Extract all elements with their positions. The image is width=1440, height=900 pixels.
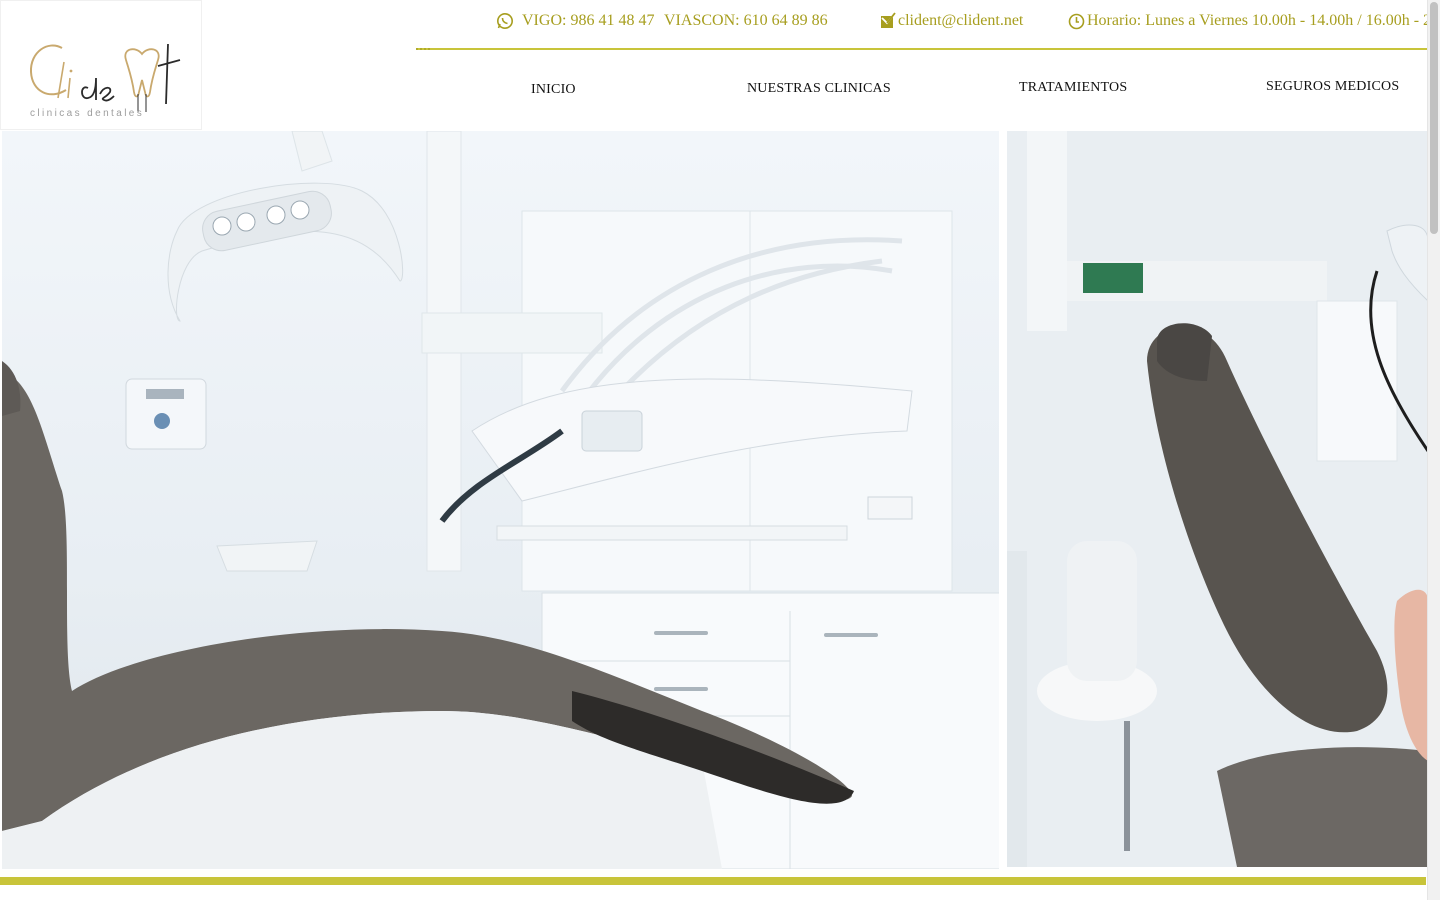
bar-dots: [416, 48, 430, 50]
contact-vigo[interactable]: VIGO: 986 41 48 47: [496, 12, 654, 30]
clident-logo: clinicas dentales: [29, 43, 181, 119]
dental-closeup-image: [1007, 131, 1428, 867]
logo-container[interactable]: clinicas dentales: [0, 0, 202, 130]
nav-inicio[interactable]: INICIO: [531, 82, 576, 98]
accent-divider: [0, 877, 1426, 885]
contact-hours: Horario: Lunes a Viernes 10.00h - 14.00h…: [1068, 12, 1440, 30]
hero-slide-dental-closeup[interactable]: [1007, 131, 1428, 867]
whatsapp-icon: [497, 13, 513, 29]
contact-vigo-text: VIGO: 986 41 48 47: [522, 12, 655, 29]
page-scrollbar[interactable]: [1427, 0, 1440, 900]
scrollbar-thumb[interactable]: [1430, 2, 1438, 234]
dental-room-image: [2, 131, 999, 869]
contact-viascon-text: VIASCON: 610 64 89 86: [664, 12, 828, 29]
nav-tratamientos[interactable]: TRATAMIENTOS: [1019, 80, 1127, 96]
contact-viascon[interactable]: VIASCON: 610 64 89 86: [664, 12, 828, 30]
contact-email[interactable]: clident@clident.net: [880, 12, 1023, 30]
nav-seguros-medicos[interactable]: SEGUROS MEDICOS: [1266, 79, 1399, 95]
contact-email-text: clident@clident.net: [898, 12, 1024, 29]
hero-slide-dental-room[interactable]: [2, 131, 999, 869]
logo-tagline: clinicas dentales: [30, 108, 144, 119]
nav-nuestras-clinicas[interactable]: NUESTRAS CLINICAS: [747, 81, 891, 97]
mail-icon: [881, 12, 896, 28]
clock-icon: [1068, 13, 1085, 29]
contact-hours-text: Horario: Lunes a Viernes 10.00h - 14.00h…: [1087, 12, 1440, 29]
